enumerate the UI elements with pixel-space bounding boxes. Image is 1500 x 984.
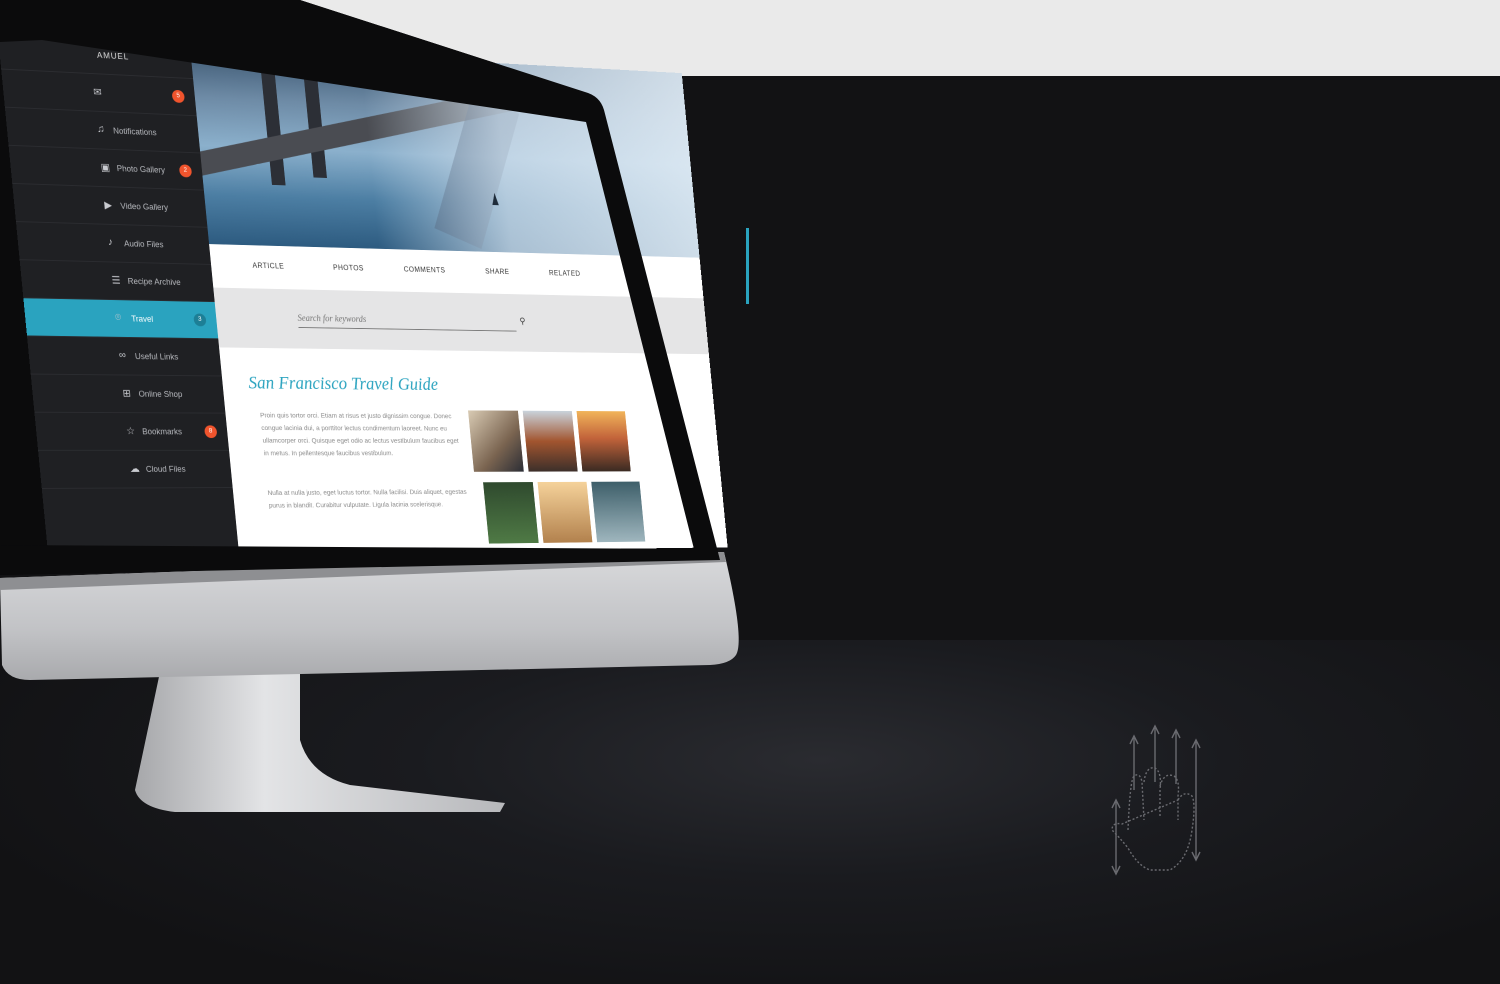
- sidebar-item-label: Cloud Files: [145, 464, 187, 474]
- article-paragraph: Nulla at nulla justo, eget luctus tortor…: [267, 487, 467, 510]
- photo-thumbnail[interactable]: [591, 481, 646, 543]
- image-icon: ▣: [100, 162, 111, 174]
- bell-icon: ♫: [96, 123, 105, 135]
- sidebar-item-label: Photo Gallery: [116, 163, 166, 175]
- search-bar: ⚲: [213, 287, 709, 355]
- monitor-screen: AMUEL ✉ 5 ♫ Notifications ▣ Photo Galler…: [0, 36, 728, 557]
- article-paragraph: Proin quis tortor orci. Etiam at risus e…: [259, 411, 459, 458]
- map-pin-icon: ⌾: [114, 312, 122, 324]
- sidebar-item-travel[interactable]: ⌾ Travel 3: [23, 298, 219, 340]
- notification-badge: 5: [171, 89, 186, 104]
- notification-badge: 8: [204, 425, 218, 439]
- music-icon: ♪: [107, 236, 114, 248]
- photo-thumbnail[interactable]: [537, 481, 593, 543]
- photo-thumbnail[interactable]: [522, 410, 578, 472]
- fog: [360, 55, 700, 258]
- notification-badge: 2: [178, 164, 193, 178]
- sidebar-item-label: Audio Files: [123, 238, 164, 250]
- inbox-icon: ✉: [92, 86, 103, 99]
- tab-share[interactable]: SHARE: [485, 267, 510, 275]
- sidebar-item-label: Useful Links: [134, 351, 179, 362]
- sidebar-item-audio-files[interactable]: ♪ Audio Files: [16, 222, 212, 265]
- sidebar-item-label: Travel: [130, 314, 154, 324]
- search-input[interactable]: [296, 309, 517, 332]
- sidebar-item-label: Notifications: [112, 126, 157, 138]
- swipe-up-gesture-icon: [1111, 724, 1201, 876]
- sidebar-item-bookmarks[interactable]: ☆ Bookmarks 8: [34, 412, 230, 451]
- search-icon[interactable]: ⚲: [519, 317, 526, 327]
- sidebar-item-recipe-archive[interactable]: ☰ Recipe Archive: [19, 260, 215, 303]
- photo-thumbnail[interactable]: [576, 411, 631, 472]
- photo-thumbnail[interactable]: [483, 482, 539, 544]
- basket-icon: ⊞: [122, 388, 132, 400]
- sidebar-item-cloud-files[interactable]: ☁ Cloud Files: [38, 450, 233, 489]
- bridge-tower: [258, 46, 286, 186]
- sidebar-item-label: Bookmarks: [141, 426, 183, 437]
- sidebar-item-label: Video Gallery: [120, 201, 169, 213]
- photo-thumbnail[interactable]: [468, 410, 524, 472]
- tab-comments[interactable]: COMMENTS: [403, 265, 445, 274]
- hero-image: [189, 46, 700, 258]
- sidebar-item-video-gallery[interactable]: ▶ Video Gallery: [12, 183, 208, 228]
- link-icon: ∞: [118, 349, 127, 361]
- tab-photos[interactable]: PHOTOS: [333, 264, 364, 273]
- sidebar-item-label: Recipe Archive: [127, 276, 182, 287]
- cloud-icon: ☁: [129, 463, 141, 475]
- recipe-icon: ☰: [111, 275, 122, 287]
- sidebar-item-label: Online Shop: [138, 389, 183, 399]
- bridge-tower: [300, 46, 327, 178]
- video-icon: ▶: [103, 199, 113, 212]
- article-title: San Francisco Travel Guide: [247, 373, 439, 395]
- sidebar-item-useful-links[interactable]: ∞ Useful Links: [27, 336, 222, 377]
- tab-article[interactable]: ARTICLE: [252, 261, 285, 270]
- article-content: San Francisco Travel Guide Proin quis to…: [219, 347, 728, 555]
- sidebar-item-online-shop[interactable]: ⊞ Online Shop: [30, 374, 226, 414]
- star-icon: ☆: [125, 425, 136, 438]
- notification-badge: 3: [193, 313, 207, 327]
- tab-related[interactable]: RELATED: [549, 269, 581, 278]
